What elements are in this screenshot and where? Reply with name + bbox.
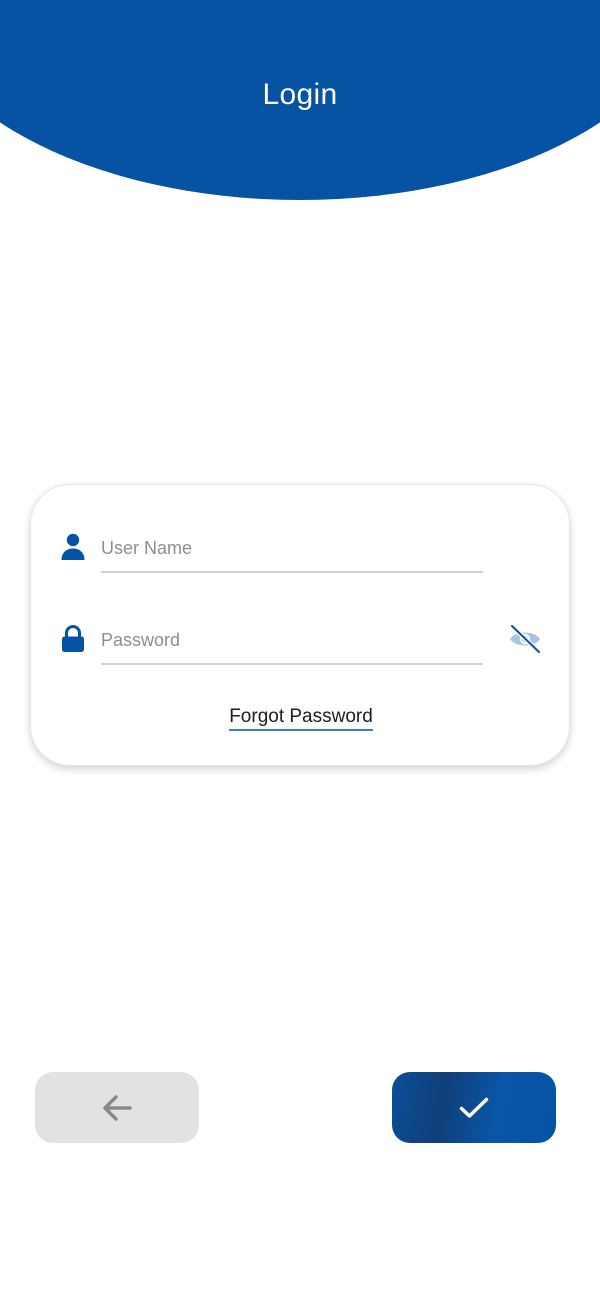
forgot-password-link[interactable]: Forgot Password (31, 706, 571, 731)
confirm-button[interactable] (392, 1072, 556, 1143)
arrow-left-icon (103, 1094, 132, 1121)
eye-off-icon[interactable] (507, 623, 543, 655)
check-icon (459, 1097, 489, 1118)
user-icon (61, 533, 85, 560)
username-input[interactable] (101, 525, 483, 573)
forgot-password-label: Forgot Password (229, 706, 373, 731)
login-screen: Login Forgot Password (0, 0, 600, 1300)
back-button[interactable] (35, 1072, 199, 1143)
login-card: Forgot Password (30, 484, 570, 766)
password-input[interactable] (101, 617, 483, 665)
password-row (31, 617, 571, 667)
page-title: Login (262, 78, 338, 111)
username-row (31, 525, 571, 575)
lock-icon (62, 625, 84, 652)
